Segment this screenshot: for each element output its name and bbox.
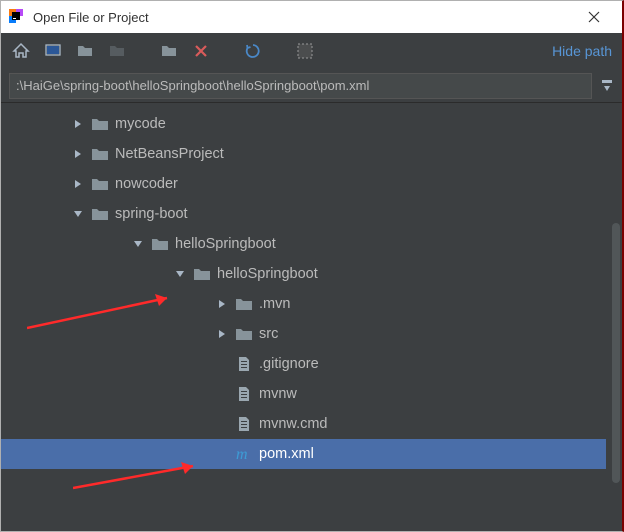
delete-icon[interactable] <box>191 41 211 61</box>
tree-folder-nowcoder[interactable]: nowcoder <box>1 169 606 199</box>
show-hidden-icon[interactable] <box>295 41 315 61</box>
tree-folder-hellosb1[interactable]: helloSpringboot <box>1 229 606 259</box>
folder-icon <box>91 145 109 163</box>
collapse-arrow-icon[interactable] <box>71 207 85 221</box>
app-icon <box>9 9 25 25</box>
file-tree[interactable]: mycode NetBeansProject nowcoder spring-b… <box>1 103 622 531</box>
expand-arrow-icon[interactable] <box>71 147 85 161</box>
module-icon <box>107 41 127 61</box>
close-button[interactable] <box>574 1 614 33</box>
tree-item-label: mycode <box>115 116 166 132</box>
collapse-arrow-icon[interactable] <box>173 267 187 281</box>
tree-item-label: .mvn <box>259 296 290 312</box>
maven-icon: m <box>235 445 253 463</box>
dialog-body: Hide path :\HaiGe\spring-boot\helloSprin… <box>1 33 622 531</box>
tree-item-label: pom.xml <box>259 446 314 462</box>
toolbar: Hide path <box>1 33 622 69</box>
folder-icon <box>91 205 109 223</box>
folder-icon <box>235 295 253 313</box>
path-row: :\HaiGe\spring-boot\helloSpringboot\hell… <box>1 69 622 103</box>
tree-file-mvnw[interactable]: mvnw <box>1 379 606 409</box>
tree-folder-src[interactable]: src <box>1 319 606 349</box>
tree-file-mvnwcmd[interactable]: mvnw.cmd <box>1 409 606 439</box>
collapse-arrow-icon[interactable] <box>131 237 145 251</box>
tree-item-label: helloSpringboot <box>217 266 318 282</box>
expand-arrow-icon[interactable] <box>71 177 85 191</box>
tree-item-label: nowcoder <box>115 176 178 192</box>
folder-icon <box>91 175 109 193</box>
tree-folder-netbeans[interactable]: NetBeansProject <box>1 139 606 169</box>
open-file-dialog: Open File or Project <box>0 0 624 532</box>
path-input[interactable]: :\HaiGe\spring-boot\helloSpringboot\hell… <box>9 73 592 99</box>
tree-folder-springboot[interactable]: spring-boot <box>1 199 606 229</box>
expand-arrow-icon[interactable] <box>215 327 229 341</box>
tree-item-label: spring-boot <box>115 206 188 222</box>
window-title: Open File or Project <box>33 10 574 25</box>
tree-item-label: src <box>259 326 278 342</box>
file-icon <box>235 385 253 403</box>
tree-item-label: helloSpringboot <box>175 236 276 252</box>
desktop-icon[interactable] <box>43 41 63 61</box>
tree-item-label: mvnw <box>259 386 297 402</box>
folder-icon <box>151 235 169 253</box>
path-text: :\HaiGe\spring-boot\helloSpringboot\hell… <box>16 78 369 93</box>
refresh-icon[interactable] <box>243 41 263 61</box>
new-folder-icon[interactable] <box>159 41 179 61</box>
tree-file-pomxml[interactable]: m pom.xml <box>1 439 606 469</box>
file-icon <box>235 355 253 373</box>
history-dropdown-icon[interactable] <box>598 77 616 95</box>
file-icon <box>235 415 253 433</box>
tree-item-label: .gitignore <box>259 356 319 372</box>
expand-arrow-icon[interactable] <box>71 117 85 131</box>
tree-folder-mvn[interactable]: .mvn <box>1 289 606 319</box>
home-icon[interactable] <box>11 41 31 61</box>
tree-item-label: mvnw.cmd <box>259 416 328 432</box>
titlebar: Open File or Project <box>1 1 622 33</box>
folder-icon <box>193 265 211 283</box>
scrollbar[interactable] <box>612 223 620 483</box>
svg-text:m: m <box>236 446 248 463</box>
project-icon[interactable] <box>75 41 95 61</box>
folder-icon <box>235 325 253 343</box>
tree-item-label: NetBeansProject <box>115 146 224 162</box>
tree-folder-mycode[interactable]: mycode <box>1 109 606 139</box>
expand-arrow-icon[interactable] <box>215 297 229 311</box>
folder-icon <box>91 115 109 133</box>
tree-file-gitignore[interactable]: .gitignore <box>1 349 606 379</box>
hide-path-link[interactable]: Hide path <box>552 43 612 59</box>
tree-folder-hellosb2[interactable]: helloSpringboot <box>1 259 606 289</box>
